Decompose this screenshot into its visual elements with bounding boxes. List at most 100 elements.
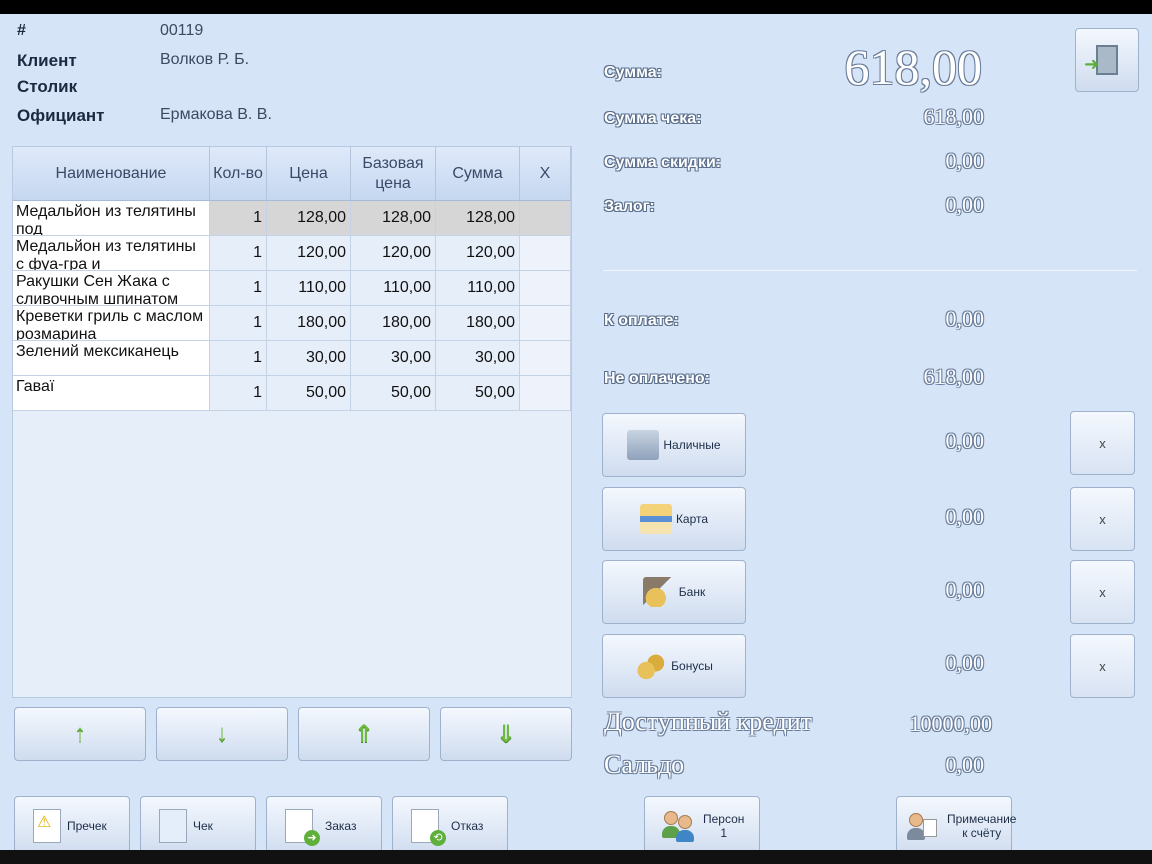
column-header-x[interactable]: X (520, 147, 571, 200)
summary-divider (603, 270, 1137, 271)
item-qty: 1 (210, 271, 267, 305)
refuse-button[interactable]: ⟲ Отказ (392, 796, 508, 850)
check-sum-value: 618,00 (923, 104, 985, 129)
client-label: Клиент (17, 51, 77, 70)
check-note-button[interactable]: Примечание к счёту (896, 796, 1016, 850)
note-title: Примечание (947, 812, 1017, 826)
balance-value: 0,00 (945, 752, 985, 777)
balance-label: Сальдо (604, 750, 685, 779)
page-down-button[interactable]: ⇓ (440, 707, 572, 761)
item-remove-cell[interactable] (520, 271, 571, 305)
item-price: 50,00 (267, 376, 351, 410)
bonus-clear-button[interactable]: x (1070, 634, 1135, 698)
order-button[interactable]: ➜ Заказ (266, 796, 382, 850)
column-header-qty[interactable]: Кол-во (210, 147, 267, 200)
item-name: Гаваї (13, 376, 210, 410)
item-sum: 50,00 (436, 376, 520, 410)
table-row[interactable]: Медальйон из телятины с фуа-гра и 1 120,… (13, 236, 571, 271)
unpaid-label: Не оплачено: (604, 370, 710, 387)
card-clear-button[interactable]: x (1070, 487, 1135, 551)
column-header-price[interactable]: Цена (267, 147, 351, 200)
page-up-button[interactable]: ⇑ (298, 707, 430, 761)
item-remove-cell[interactable] (520, 341, 571, 375)
waiter-label: Официант (17, 106, 105, 125)
coins-icon (635, 651, 668, 681)
check-label: Чек (193, 819, 213, 833)
check-button[interactable]: Чек (140, 796, 256, 850)
discount-label: Сумма скидки: (604, 154, 722, 171)
card-payment-button[interactable]: Карта (602, 487, 746, 551)
bank-label: Банк (678, 585, 706, 599)
card-amount: 0,00 (945, 504, 985, 529)
item-sum: 120,00 (436, 236, 520, 270)
exit-button[interactable]: ➜ (1075, 28, 1139, 92)
bank-clear-button[interactable]: x (1070, 560, 1135, 624)
cash-clear-button[interactable]: x (1070, 411, 1135, 475)
item-base-price: 50,00 (351, 376, 436, 410)
deposit-value: 0,00 (945, 192, 985, 217)
precheck-button[interactable]: ⚠ Пречек (14, 796, 130, 850)
precheck-icon: ⚠ (33, 809, 61, 843)
printer-icon (159, 809, 187, 843)
payment-screen: # 00119 Клиент Волков Р. Б. Столик Офици… (0, 14, 1152, 850)
persons-button[interactable]: Персон 1 (644, 796, 760, 850)
item-sum: 128,00 (436, 201, 520, 235)
order-number-label: # (17, 22, 26, 39)
cash-register-icon (627, 430, 660, 460)
item-base-price: 30,00 (351, 341, 436, 375)
column-header-base-price[interactable]: Базовая цена (351, 147, 436, 200)
unpaid-value: 618,00 (923, 364, 985, 389)
table-row[interactable]: Креветки гриль с маслом розмарина 1 180,… (13, 306, 571, 341)
to-pay-value: 0,00 (945, 306, 985, 331)
total-label: Сумма: (604, 64, 662, 81)
cash-label: Наличные (663, 438, 721, 452)
item-qty: 1 (210, 201, 267, 235)
note-person-icon (905, 809, 941, 843)
table-row[interactable]: Медальйон из телятины под 1 128,00 128,0… (13, 201, 571, 236)
persons-title: Персон (703, 812, 745, 826)
table-row[interactable]: Гаваї 1 50,00 50,00 50,00 (13, 376, 571, 411)
item-remove-cell[interactable] (520, 201, 571, 235)
arrow-down-icon: ↓ (216, 720, 228, 747)
order-doc-icon: ➜ (285, 809, 320, 846)
card-label: Карта (675, 512, 709, 526)
refuse-label: Отказ (451, 819, 484, 833)
deposit-label: Залог: (604, 198, 655, 215)
item-base-price: 180,00 (351, 306, 436, 340)
item-remove-cell[interactable] (520, 376, 571, 410)
bank-payment-button[interactable]: Банк (602, 560, 746, 624)
item-price: 180,00 (267, 306, 351, 340)
item-remove-cell[interactable] (520, 306, 571, 340)
column-header-sum[interactable]: Сумма (436, 147, 520, 200)
item-name: Медальйон из телятины с фуа-гра и (13, 236, 210, 270)
column-header-name[interactable]: Наименование (13, 147, 210, 200)
scroll-up-button[interactable]: ↑ (14, 707, 146, 761)
waiter-value: Ермакова В. В. (160, 106, 272, 123)
cash-amount: 0,00 (945, 428, 985, 453)
item-name: Ракушки Сен Жака с сливочным шпинатом (13, 271, 210, 305)
refuse-doc-icon: ⟲ (411, 809, 446, 846)
check-sum-label: Сумма чека: (604, 110, 702, 127)
item-remove-cell[interactable] (520, 236, 571, 270)
order-items-table: Наименование Кол-во Цена Базовая цена Су… (12, 146, 572, 698)
bonus-amount: 0,00 (945, 650, 985, 675)
item-sum: 180,00 (436, 306, 520, 340)
scroll-down-button[interactable]: ↓ (156, 707, 288, 761)
available-credit-value: 10000,00 (909, 711, 993, 736)
item-sum: 110,00 (436, 271, 520, 305)
item-price: 120,00 (267, 236, 351, 270)
item-base-price: 110,00 (351, 271, 436, 305)
bank-icon (642, 577, 675, 607)
item-base-price: 120,00 (351, 236, 436, 270)
persons-count: 1 (720, 826, 728, 840)
note-subtitle: к счёту (962, 826, 1002, 840)
persons-label: Персон 1 (703, 812, 744, 840)
bonus-payment-button[interactable]: Бонусы (602, 634, 746, 698)
to-pay-label: К оплате: (604, 312, 679, 329)
table-header: Наименование Кол-во Цена Базовая цена Су… (13, 147, 571, 201)
table-row[interactable]: Зелений мексиканець 1 30,00 30,00 30,00 (13, 341, 571, 376)
table-row[interactable]: Ракушки Сен Жака с сливочным шпинатом 1 … (13, 271, 571, 306)
discount-value: 0,00 (945, 148, 985, 173)
table-label: Столик (17, 77, 78, 96)
cash-payment-button[interactable]: Наличные (602, 413, 746, 477)
